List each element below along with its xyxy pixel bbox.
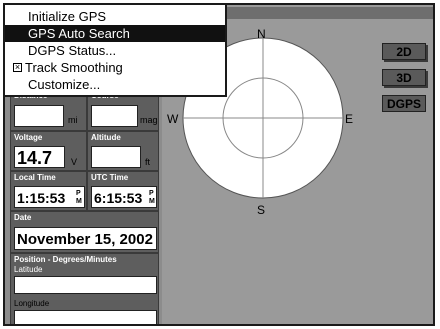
south-label: S — [257, 203, 266, 217]
menu-item-customize[interactable]: Customize... — [5, 76, 225, 93]
voltage-label: Voltage — [14, 133, 43, 142]
menu-item-track-smoothing[interactable]: × Track Smoothing — [5, 59, 225, 76]
mode-dgps-button[interactable]: DGPS — [382, 95, 426, 112]
menu-item-dgps-status[interactable]: DGPS Status... — [5, 42, 225, 59]
north-label: N — [257, 27, 266, 41]
position-label: Position - Degrees/Minutes — [14, 255, 117, 264]
utc-time-label: UTC Time — [91, 173, 129, 182]
gps-screen: Distance mi Course mag Voltage 14.7 V Al… — [3, 3, 435, 326]
west-label: W — [167, 112, 179, 126]
local-time-pm-bottom: M — [76, 198, 82, 205]
longitude-value-box — [14, 310, 157, 324]
date-label: Date — [14, 213, 32, 222]
distance-value-box — [14, 105, 64, 127]
course-value-box — [91, 105, 138, 127]
longitude-label: Longitude — [14, 299, 50, 308]
menu-item-gps-auto-search[interactable]: GPS Auto Search — [5, 25, 225, 42]
distance-unit: mi — [68, 115, 78, 125]
local-time-value: 1:15:53 — [17, 190, 66, 206]
checkbox-checked-icon[interactable]: × — [13, 63, 22, 72]
latitude-label: Latitude — [14, 265, 43, 274]
menu-item-label: GPS Auto Search — [28, 26, 130, 41]
east-label: E — [345, 112, 354, 126]
local-time-label: Local Time — [14, 173, 56, 182]
gps-options-menu: Initialize GPS GPS Auto Search DGPS Stat… — [5, 5, 227, 97]
date-value-box: November 15, 2002 — [14, 227, 157, 250]
position-field: Position - Degrees/Minutes Latitude Long… — [10, 253, 159, 324]
utc-time-field: UTC Time 6:15:53 P M — [87, 171, 159, 211]
utc-time-value: 6:15:53 — [94, 190, 143, 206]
altitude-field: Altitude ft — [87, 131, 159, 171]
altitude-unit: ft — [145, 157, 151, 167]
local-time-field: Local Time 1:15:53 P M — [10, 171, 87, 211]
local-time-pm-top: P — [76, 190, 81, 197]
latitude-value-box — [14, 276, 157, 294]
altitude-value-box — [91, 146, 141, 168]
utc-time-pm-bottom: M — [149, 198, 155, 205]
menu-item-label: Customize... — [28, 77, 101, 92]
menu-item-initialize-gps[interactable]: Initialize GPS — [5, 8, 225, 25]
course-unit: mag — [140, 115, 158, 125]
menu-item-label: Initialize GPS — [28, 9, 107, 24]
voltage-value: 14.7 — [17, 148, 53, 168]
voltage-field: Voltage 14.7 V — [10, 131, 87, 171]
date-value: November 15, 2002 — [17, 231, 153, 248]
menu-item-label: DGPS Status... — [28, 43, 117, 58]
utc-time-value-box: 6:15:53 P M — [91, 186, 157, 208]
voltage-value-box: 14.7 — [14, 146, 65, 168]
local-time-value-box: 1:15:53 P M — [14, 186, 85, 208]
utc-time-pm-top: P — [149, 190, 154, 197]
altitude-label: Altitude — [91, 133, 121, 142]
date-field: Date November 15, 2002 — [10, 211, 159, 253]
voltage-unit: V — [71, 157, 78, 167]
mode-2d-button[interactable]: 2D — [382, 43, 426, 60]
menu-item-label: Track Smoothing — [25, 60, 123, 75]
mode-3d-button[interactable]: 3D — [382, 69, 426, 86]
